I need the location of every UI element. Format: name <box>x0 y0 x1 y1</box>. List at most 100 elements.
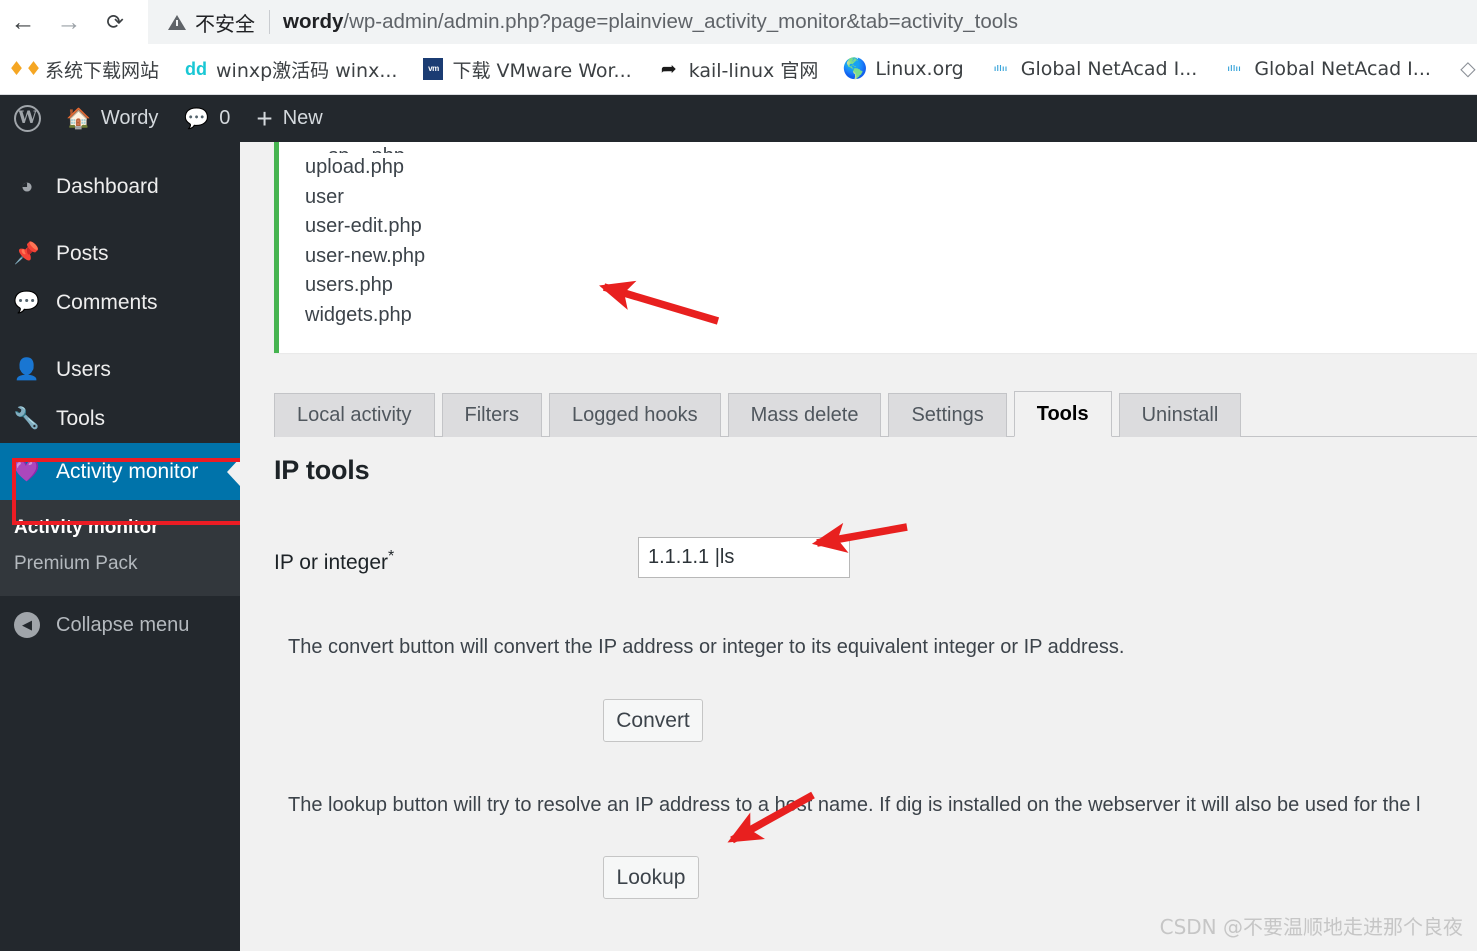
address-bar[interactable]: 不安全 wordy/wp-admin/admin.php?page=plainv… <box>148 0 1477 44</box>
browser-navigation-bar: ← → ⟳ 不安全 wordy/wp-admin/admin.php?page=… <box>0 0 1477 44</box>
sidebar-item-comments[interactable]: 💬 Comments <box>0 278 240 327</box>
site-name-button[interactable]: 🏠 Wordy <box>53 95 171 142</box>
bookmark-item[interactable]: vm 下载 VMware Wor... <box>423 56 632 83</box>
heartbeat-icon: 💜 <box>13 459 41 483</box>
ip-or-integer-input[interactable] <box>638 537 850 578</box>
file-list-item: widgets.php <box>305 303 412 326</box>
wordpress-admin-bar: W 🏠 Wordy 💬 0 + New <box>0 95 1477 142</box>
sidebar-submenu: Activity monitor Premium Pack <box>0 500 240 596</box>
file-list-item: users.php <box>305 274 393 296</box>
bookmark-item[interactable]: dd winxp激活码 winx... <box>185 56 397 83</box>
cisco-icon: ıllıı <box>1227 64 1242 73</box>
collapse-menu-button[interactable]: ◀ Collapse menu <box>0 596 240 654</box>
wordpress-logo-button[interactable]: W <box>0 95 53 142</box>
page-title: IP tools <box>274 455 370 485</box>
convert-button[interactable]: Convert <box>603 699 703 742</box>
sidebar-item-label: Tools <box>56 406 106 430</box>
url-text: wordy/wp-admin/admin.php?page=plainview_… <box>283 10 1018 34</box>
main-content-area: ...-sp....php upload.php user user-edit.… <box>240 142 1477 951</box>
lookup-button[interactable]: Lookup <box>603 856 699 899</box>
tab-logged-hooks[interactable]: Logged hooks <box>548 393 721 437</box>
convert-description: The convert button will convert the IP a… <box>288 636 1125 658</box>
plus-icon: + <box>256 102 273 134</box>
tab-tools[interactable]: Tools <box>1013 391 1112 437</box>
bookmark-label: 下载 VMware Wor... <box>452 59 632 82</box>
bookmark-label: Global NetAcad I... <box>1254 58 1431 80</box>
wrench-icon: 🔧 <box>13 406 41 430</box>
csdn-watermark: CSDN @不要温顺地走进那个良夜 <box>1159 915 1463 939</box>
sidebar-separator <box>0 327 240 345</box>
warning-triangle-icon <box>168 14 186 30</box>
bookmark-item[interactable]: ıllıı Global NetAcad I... <box>1223 58 1431 80</box>
tab-settings[interactable]: Settings <box>888 393 1007 437</box>
back-arrow-icon[interactable]: ← <box>0 0 46 44</box>
user-icon: 👤 <box>13 357 41 381</box>
required-marker: * <box>388 548 394 565</box>
submenu-item-premium-pack[interactable]: Premium Pack <box>0 546 240 582</box>
sidebar-item-activity-monitor[interactable]: 💜 Activity monitor <box>0 443 240 500</box>
sidebar-item-users[interactable]: 👤 Users <box>0 345 240 394</box>
comments-button[interactable]: 💬 0 <box>171 95 243 142</box>
comments-count: 0 <box>219 107 231 129</box>
sidebar-item-label: Users <box>56 357 111 381</box>
ip-or-integer-label: IP or integer* <box>274 548 394 575</box>
tab-local-activity[interactable]: Local activity <box>274 393 435 437</box>
site-name-label: Wordy <box>100 107 159 129</box>
comment-icon: 💬 <box>13 290 41 314</box>
file-list-item: upload.php <box>305 156 404 178</box>
tab-filters[interactable]: Filters <box>441 393 542 437</box>
browser-chrome: ← → ⟳ 不安全 wordy/wp-admin/admin.php?page=… <box>0 0 1477 95</box>
bookmark-item[interactable]: ◇ Vulr <box>1457 58 1477 80</box>
submenu-item-activity-monitor[interactable]: Activity monitor <box>0 510 240 546</box>
vulnhub-icon: ◇ <box>1460 58 1476 80</box>
bookmark-item[interactable]: ♦♦ 系统下载网站 <box>7 56 160 83</box>
forward-arrow-icon[interactable]: → <box>46 0 92 44</box>
sidebar-item-label: Activity monitor <box>56 459 199 483</box>
omnibox-divider <box>269 10 270 34</box>
dashboard-icon: ◕ <box>20 174 34 198</box>
collapse-menu-label: Collapse menu <box>56 613 190 636</box>
globe-icon: 🌎 <box>842 58 868 80</box>
bookmark-label: winxp激活码 winx... <box>216 59 398 82</box>
cisco-icon: ıllıı <box>993 64 1008 73</box>
ii-site-icon: ♦♦ <box>7 57 43 80</box>
sidebar-item-dashboard[interactable]: ◕ Dashboard <box>0 162 240 211</box>
vmware-icon: vm <box>423 58 444 80</box>
bookmark-label: kail-linux 官网 <box>688 59 819 82</box>
file-list-item: user-edit.php <box>305 215 422 237</box>
file-list-item: user-new.php <box>305 244 426 267</box>
sidebar-item-tools[interactable]: 🔧 Tools <box>0 394 240 443</box>
ip-form-row: IP or integer* <box>274 537 1274 588</box>
comment-bubble-icon: 💬 <box>184 107 210 130</box>
url-path: /wp-admin/admin.php?page=plainview_activ… <box>343 10 1018 33</box>
bookmark-item[interactable]: ➦ kail-linux 官网 <box>658 56 819 83</box>
tab-uninstall[interactable]: Uninstall <box>1118 393 1242 437</box>
new-label: New <box>282 107 323 129</box>
sidebar-item-label: Comments <box>56 290 158 314</box>
bookmark-label: 系统下载网站 <box>45 59 160 82</box>
new-content-button[interactable]: + New <box>243 95 335 142</box>
sidebar-item-label: Posts <box>56 241 109 265</box>
reload-icon[interactable]: ⟳ <box>92 0 138 44</box>
file-list: ...-sp....php upload.php user user-edit.… <box>279 142 1477 330</box>
bookmark-label: Global NetAcad I... <box>1020 58 1198 80</box>
file-list-item: user <box>305 185 344 208</box>
bookmark-item[interactable]: ıllıı Global NetAcad I... <box>990 58 1198 80</box>
kali-dragon-icon: ➦ <box>660 58 677 80</box>
pin-icon: 📌 <box>13 241 41 265</box>
bookmarks-bar: ♦♦ 系统下载网站 dd winxp激活码 winx... vm 下载 VMwa… <box>0 44 1477 95</box>
sidebar-item-posts[interactable]: 📌 Posts <box>0 229 240 278</box>
sidebar-item-label: Dashboard <box>56 174 159 198</box>
security-status[interactable]: 不安全 <box>168 8 255 37</box>
bookmark-item[interactable]: 🌎 Linux.org <box>842 58 964 80</box>
tab-mass-delete[interactable]: Mass delete <box>727 393 882 437</box>
plugin-tab-bar: Local activity Filters Logged hooks Mass… <box>274 387 1477 437</box>
ip-label-text: IP or integer <box>274 551 389 574</box>
file-list-notice: ...-sp....php upload.php user user-edit.… <box>274 142 1477 353</box>
file-list-clipped-row: ...-sp....php <box>305 142 1477 153</box>
chevron-left-circle-icon: ◀ <box>14 612 40 638</box>
dd-icon: dd <box>185 59 208 79</box>
url-host: wordy <box>283 10 344 33</box>
wordpress-logo-icon: W <box>14 105 41 132</box>
lookup-description: The lookup button will try to resolve an… <box>288 794 1421 816</box>
